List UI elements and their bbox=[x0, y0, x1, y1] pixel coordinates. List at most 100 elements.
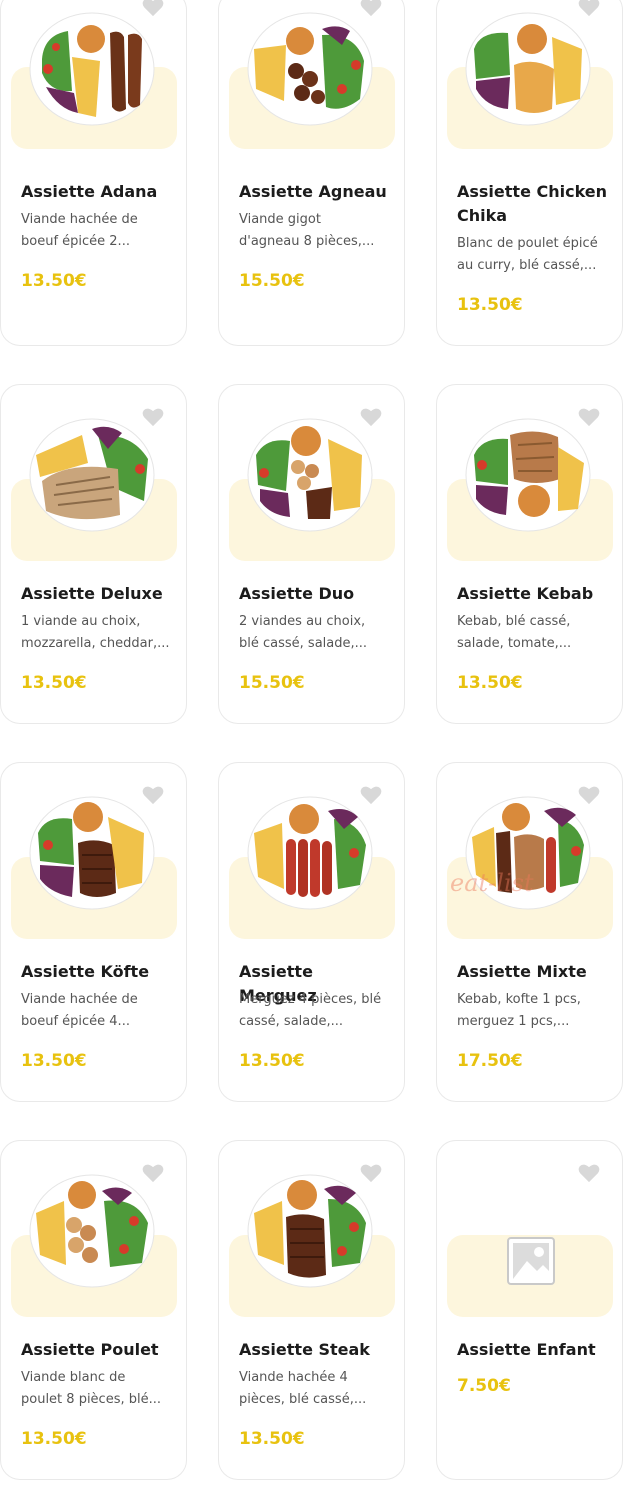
menu-card-agneau[interactable]: Assiette Agneau Viande gigot d'agneau 8 … bbox=[218, 0, 405, 346]
dish-image-area bbox=[219, 1141, 404, 1317]
heart-icon[interactable] bbox=[578, 407, 600, 427]
heart-icon[interactable] bbox=[142, 0, 164, 17]
heart-icon[interactable] bbox=[578, 0, 600, 17]
item-title: Assiette Poulet bbox=[21, 1340, 159, 1359]
item-description: 2 viandes au choix, blé cassé, salade,..… bbox=[239, 611, 390, 655]
description-line: Viande hachée de bbox=[21, 992, 138, 1007]
item-description: Blanc de poulet épicé au curry, blé cass… bbox=[457, 233, 608, 277]
heart-icon[interactable] bbox=[360, 0, 382, 17]
dish-image-area bbox=[437, 385, 622, 561]
description-line: Viande hachée 4 bbox=[239, 1370, 348, 1385]
heart-icon[interactable] bbox=[360, 1163, 382, 1183]
item-price: 13.50€ bbox=[21, 673, 87, 693]
description-line: Kebab, blé cassé, bbox=[457, 614, 571, 629]
menu-card-mixte[interactable]: Assiette Mixte Kebab, kofte 1 pcs, mergu… bbox=[436, 762, 623, 1102]
item-description: Viande hachée de boeuf épicée 4... bbox=[21, 989, 172, 1033]
description-line: d'agneau 8 pièces,... bbox=[239, 234, 375, 249]
description-line: pièces, blé cassé,... bbox=[239, 1392, 367, 1407]
item-description: Viande gigot d'agneau 8 pièces,... bbox=[239, 209, 390, 253]
item-description: Viande blanc de poulet 8 pièces, blé... bbox=[21, 1367, 172, 1411]
menu-card-kebab[interactable]: Assiette Kebab Kebab, blé cassé, salade,… bbox=[436, 384, 623, 724]
dish-photo bbox=[29, 12, 155, 126]
dish-image-area bbox=[437, 763, 622, 939]
dish-photo bbox=[247, 1174, 373, 1288]
item-description: Viande hachée de boeuf épicée 2... bbox=[21, 209, 172, 253]
dish-photo bbox=[247, 418, 373, 532]
item-title: Assiette Agneau bbox=[239, 182, 387, 201]
item-title: Assiette Adana bbox=[21, 182, 158, 201]
heart-icon[interactable] bbox=[142, 407, 164, 427]
item-title: Assiette Enfant bbox=[457, 1340, 596, 1359]
menu-card-enfant[interactable]: Assiette Enfant 7.50€ bbox=[436, 1140, 623, 1480]
menu-card-adana[interactable]: Assiette Adana Viande hachée de boeuf ép… bbox=[0, 0, 187, 346]
image-placeholder-icon bbox=[507, 1237, 555, 1285]
dish-image-area bbox=[437, 0, 622, 161]
dish-image-area bbox=[1, 763, 186, 939]
description-line: Viande hachée de bbox=[21, 212, 138, 227]
item-price: 17.50€ bbox=[457, 1051, 523, 1071]
item-price: 13.50€ bbox=[239, 1429, 305, 1449]
menu-card-deluxe[interactable]: Assiette Deluxe 1 viande au choix, mozza… bbox=[0, 384, 187, 724]
item-description: Kebab, blé cassé, salade, tomate,... bbox=[457, 611, 608, 655]
dish-image-area bbox=[1, 385, 186, 561]
item-title: Assiette Mixte bbox=[457, 962, 587, 981]
item-title: Assiette Chicken Chika bbox=[457, 182, 608, 225]
item-price: 13.50€ bbox=[21, 271, 87, 291]
description-line: au curry, blé cassé,... bbox=[457, 258, 597, 273]
dish-photo bbox=[29, 1174, 155, 1288]
dish-image-area bbox=[437, 1141, 622, 1317]
dish-photo bbox=[247, 12, 373, 126]
dish-image-area bbox=[1, 1141, 186, 1317]
item-price: 13.50€ bbox=[457, 295, 523, 315]
description-line: boeuf épicée 2... bbox=[21, 234, 130, 249]
heart-icon[interactable] bbox=[142, 785, 164, 805]
dish-image-area bbox=[219, 0, 404, 161]
menu-card-kofte[interactable]: Assiette Köfte Viande hachée de boeuf ép… bbox=[0, 762, 187, 1102]
dish-photo bbox=[465, 418, 591, 532]
item-title: Assiette Steak bbox=[239, 1340, 370, 1359]
description-line: boeuf épicée 4... bbox=[21, 1014, 130, 1029]
item-description: Merguez 4 pièces, blé cassé, salade,... bbox=[239, 989, 390, 1033]
dish-photo bbox=[29, 796, 155, 910]
description-line: merguez 1 pcs,... bbox=[457, 1014, 570, 1029]
item-title: Assiette Duo bbox=[239, 584, 355, 603]
heart-icon[interactable] bbox=[142, 1163, 164, 1183]
item-price: 13.50€ bbox=[21, 1051, 87, 1071]
description-line: Kebab, kofte 1 pcs, bbox=[457, 992, 581, 1007]
heart-icon[interactable] bbox=[360, 785, 382, 805]
menu-card-duo[interactable]: Assiette Duo 2 viandes au choix, blé cas… bbox=[218, 384, 405, 724]
menu-grid: Assiette Adana Viande hachée de boeuf ép… bbox=[0, 0, 627, 1500]
item-title: Assiette Kebab bbox=[457, 584, 594, 603]
heart-icon[interactable] bbox=[578, 785, 600, 805]
description-line: 2 viandes au choix, bbox=[239, 614, 366, 629]
item-price: 13.50€ bbox=[457, 673, 523, 693]
dish-photo bbox=[29, 418, 155, 532]
dish-image-area bbox=[219, 385, 404, 561]
item-title: Assiette Köfte bbox=[21, 962, 150, 981]
item-description: Kebab, kofte 1 pcs, merguez 1 pcs,... bbox=[457, 989, 608, 1033]
dish-photo bbox=[465, 12, 591, 126]
menu-card-merguez[interactable]: Assiette Merguez Merguez 4 pièces, blé c… bbox=[218, 762, 405, 1102]
menu-card-steak[interactable]: Assiette Steak Viande hachée 4 pièces, b… bbox=[218, 1140, 405, 1480]
item-title: Assiette Deluxe bbox=[21, 584, 163, 603]
description-line: 1 viande au choix, bbox=[21, 614, 141, 629]
menu-card-chicken-chika[interactable]: Assiette Chicken Chika Blanc de poulet é… bbox=[436, 0, 623, 346]
item-price: 15.50€ bbox=[239, 673, 305, 693]
item-price: 7.50€ bbox=[457, 1376, 511, 1396]
description-line: Viande blanc de bbox=[21, 1370, 126, 1385]
description-line: poulet 8 pièces, blé... bbox=[21, 1392, 161, 1407]
description-line: salade, tomate,... bbox=[457, 636, 572, 651]
description-line: Viande gigot bbox=[239, 212, 321, 227]
item-price: 13.50€ bbox=[239, 1051, 305, 1071]
dish-photo bbox=[465, 796, 591, 910]
description-line: blé cassé, salade,... bbox=[239, 636, 368, 651]
item-description: 1 viande au choix, mozzarella, cheddar,.… bbox=[21, 611, 172, 655]
heart-icon[interactable] bbox=[360, 407, 382, 427]
menu-card-poulet[interactable]: Assiette Poulet Viande blanc de poulet 8… bbox=[0, 1140, 187, 1480]
description-line: mozzarella, cheddar,... bbox=[21, 636, 170, 651]
heart-icon[interactable] bbox=[578, 1163, 600, 1183]
description-line: Merguez 4 pièces, blé bbox=[239, 992, 382, 1007]
dish-photo bbox=[247, 796, 373, 910]
dish-image-area bbox=[219, 763, 404, 939]
item-description: Viande hachée 4 pièces, blé cassé,... bbox=[239, 1367, 390, 1411]
